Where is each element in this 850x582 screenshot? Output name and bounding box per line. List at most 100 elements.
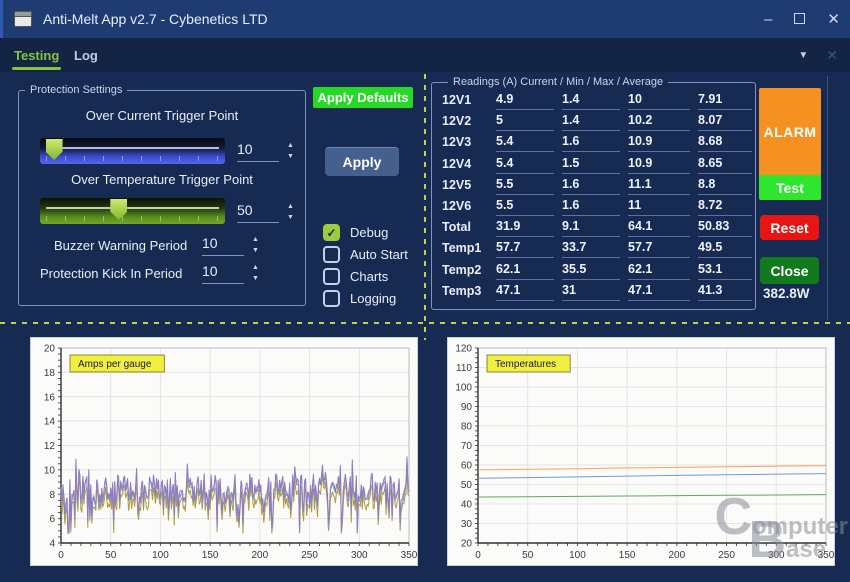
buzzer-period-label: Buzzer Warning Period xyxy=(54,238,187,253)
maximize-icon xyxy=(794,13,805,24)
over-current-label: Over Current Trigger Point xyxy=(18,108,306,123)
checkbox-auto-start[interactable]: ✓ Auto Start xyxy=(323,246,408,263)
svg-text:150: 150 xyxy=(202,550,219,561)
reading-value: 5 xyxy=(496,113,554,131)
main-area: Protection Settings Over Current Trigger… xyxy=(0,72,850,582)
reading-value: 47.1 xyxy=(496,283,554,301)
over-temp-label: Over Temperature Trigger Point xyxy=(18,172,306,187)
reading-value: 10.2 xyxy=(628,113,690,131)
alarm-button[interactable]: ALARM xyxy=(759,88,821,175)
over-temp-slider[interactable] xyxy=(40,198,225,224)
svg-text:20: 20 xyxy=(44,344,56,355)
svg-text:80: 80 xyxy=(461,422,473,433)
checkbox-icon: ✓ xyxy=(323,246,340,263)
svg-text:350: 350 xyxy=(818,550,834,561)
svg-text:40: 40 xyxy=(461,500,473,511)
reading-value: 1.4 xyxy=(562,113,620,131)
reading-value: 5.5 xyxy=(496,198,554,216)
svg-text:250: 250 xyxy=(718,550,735,561)
svg-text:50: 50 xyxy=(522,550,534,561)
close-button[interactable]: Close xyxy=(760,257,819,284)
tab-close-icon[interactable]: ✕ xyxy=(826,47,838,64)
svg-text:Temperatures: Temperatures xyxy=(495,359,556,370)
spin-up-icon[interactable]: ▲ xyxy=(287,203,294,210)
over-temp-value[interactable]: 50 xyxy=(237,202,279,223)
reset-button[interactable]: Reset xyxy=(760,215,819,240)
svg-text:70: 70 xyxy=(461,441,473,452)
over-current-value[interactable]: 10 xyxy=(237,141,279,162)
test-button[interactable]: Test xyxy=(759,175,821,200)
over-current-slider[interactable] xyxy=(40,138,225,164)
checkbox-debug[interactable]: ✓ Debug xyxy=(323,224,388,241)
svg-text:90: 90 xyxy=(461,402,473,413)
reading-value: 35.5 xyxy=(562,262,620,280)
reading-value: 53.1 xyxy=(698,262,752,280)
maximize-button[interactable] xyxy=(794,12,805,27)
over-temp-spinner: 50 ▲ ▼ xyxy=(237,202,294,223)
spin-down-icon[interactable]: ▼ xyxy=(252,275,259,282)
reading-value: 8.07 xyxy=(698,113,752,131)
spin-up-icon[interactable]: ▲ xyxy=(252,236,259,243)
minimize-button[interactable]: – xyxy=(764,12,772,27)
reading-value: 50.83 xyxy=(698,219,752,237)
reading-value: 4.9 xyxy=(496,92,554,110)
reading-value: 1.6 xyxy=(562,177,620,195)
apply-defaults-button[interactable]: Apply Defaults xyxy=(313,87,413,108)
spin-down-icon[interactable]: ▼ xyxy=(287,214,294,221)
reading-label: Temp2 xyxy=(442,262,488,277)
checkbox-charts[interactable]: ✓ Charts xyxy=(323,268,388,285)
svg-text:100: 100 xyxy=(455,383,472,394)
right-panel-edge xyxy=(827,76,828,320)
reading-value: 9.1 xyxy=(562,219,620,237)
reading-value: 8.72 xyxy=(698,198,752,216)
tab-log[interactable]: Log xyxy=(74,38,98,72)
reading-value: 7.91 xyxy=(698,92,752,110)
spin-down-icon[interactable]: ▼ xyxy=(252,247,259,254)
svg-text:14: 14 xyxy=(44,417,56,428)
svg-text:250: 250 xyxy=(301,550,318,561)
reading-value: 33.7 xyxy=(562,240,620,258)
svg-text:4: 4 xyxy=(49,539,55,550)
apply-button[interactable]: Apply xyxy=(325,147,399,176)
reading-label: 12V4 xyxy=(442,156,488,171)
checkbox-icon: ✓ xyxy=(323,268,340,285)
spin-up-icon[interactable]: ▲ xyxy=(287,142,294,149)
buzzer-period-value[interactable]: 10 xyxy=(202,235,244,256)
reading-value: 64.1 xyxy=(628,219,690,237)
tab-testing[interactable]: Testing xyxy=(14,38,59,72)
svg-text:300: 300 xyxy=(768,550,785,561)
svg-text:110: 110 xyxy=(456,363,472,374)
reading-label: 12V5 xyxy=(442,177,488,192)
spin-down-icon[interactable]: ▼ xyxy=(287,153,294,160)
svg-text:100: 100 xyxy=(152,550,169,561)
spin-up-icon[interactable]: ▲ xyxy=(252,264,259,271)
svg-text:16: 16 xyxy=(44,392,56,403)
reading-value: 11.1 xyxy=(628,177,690,195)
reading-row-12v1: 12V14.91.4107.91 xyxy=(442,92,755,113)
reading-value: 8.8 xyxy=(698,177,752,195)
reading-row-12v2: 12V251.410.28.07 xyxy=(442,113,755,134)
reading-label: Temp1 xyxy=(442,240,488,255)
reading-value: 1.6 xyxy=(562,198,620,216)
protection-settings-legend: Protection Settings xyxy=(25,84,127,96)
svg-text:200: 200 xyxy=(669,550,686,561)
reading-value: 41.3 xyxy=(698,283,752,301)
kickin-period-value[interactable]: 10 xyxy=(202,263,244,284)
reading-value: 47.1 xyxy=(628,283,690,301)
app-window: Anti-Melt App v2.7 - Cybenetics LTD – ✕ … xyxy=(0,0,850,582)
reading-row-temp1: Temp157.733.757.749.5 xyxy=(442,240,755,261)
amps-chart: 050100150200250300350468101214161820Amps… xyxy=(30,337,418,566)
reading-value: 31 xyxy=(562,283,620,301)
reading-value: 1.4 xyxy=(562,92,620,110)
tab-overflow-dropdown-icon[interactable]: ▼ xyxy=(798,50,808,61)
svg-text:12: 12 xyxy=(44,441,56,452)
svg-text:6: 6 xyxy=(49,514,55,525)
close-window-button[interactable]: ✕ xyxy=(827,12,840,27)
svg-text:8: 8 xyxy=(49,490,55,501)
svg-text:50: 50 xyxy=(105,550,117,561)
kickin-period-spinner: 10 ▲ ▼ xyxy=(202,263,259,284)
reading-label: 12V6 xyxy=(442,198,488,213)
total-power-value: 382.8W xyxy=(763,286,813,301)
checkbox-logging[interactable]: ✓ Logging xyxy=(323,290,396,307)
reading-value: 11 xyxy=(628,198,690,216)
